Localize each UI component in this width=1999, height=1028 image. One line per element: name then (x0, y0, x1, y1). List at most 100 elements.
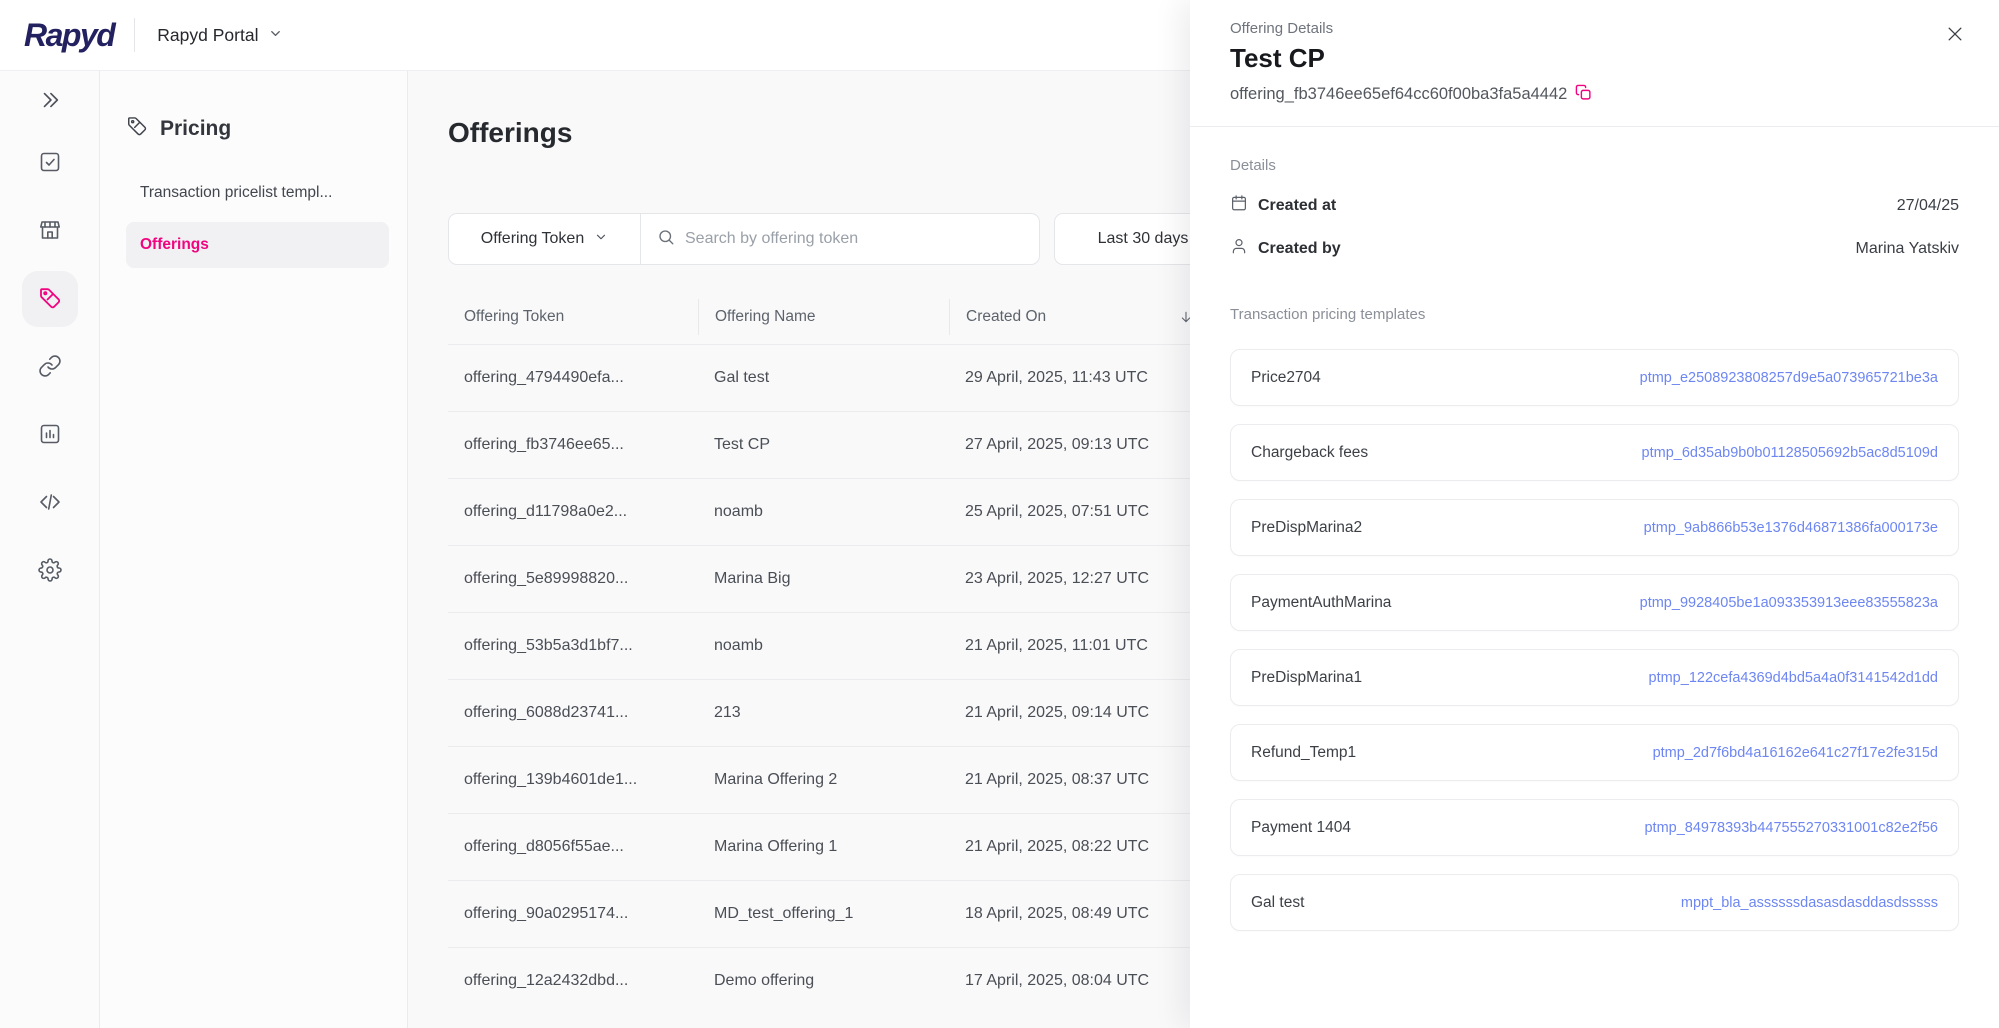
rail-item-pricing[interactable] (22, 271, 78, 327)
pricing-template-card[interactable]: PaymentAuthMarina ptmp_9928405be1a093353… (1230, 574, 1959, 631)
rail-item-merchants[interactable] (22, 203, 78, 259)
column-header-created-on[interactable]: Created On (949, 299, 1208, 335)
icon-rail (0, 71, 100, 1028)
cell-offering-token: offering_90a0295174... (448, 905, 698, 923)
pricing-template-card[interactable]: Gal test mppt_bla_assssssdasasdasddasdss… (1230, 874, 1959, 931)
sidebar-title: Pricing (126, 115, 389, 142)
cell-offering-token: offering_5e89998820... (448, 570, 698, 588)
template-name: Refund_Temp1 (1251, 744, 1356, 762)
detail-rows: Created at 27/04/25 Created by Marina Ya… (1230, 194, 1959, 260)
cell-offering-name: 213 (698, 704, 949, 722)
pricing-sidebar: Pricing Transaction pricelist templ... O… (100, 71, 408, 1028)
pricing-template-card[interactable]: Refund_Temp1 ptmp_2d7f6bd4a16162e641c27f… (1230, 724, 1959, 781)
cell-created-on: 27 April, 2025, 09:13 UTC (949, 436, 1208, 454)
search-field-dropdown-label: Offering Token (481, 230, 584, 248)
column-header-created-on-label: Created On (966, 308, 1046, 326)
offering-details-panel: Offering Details Test CP offering_fb3746… (1190, 0, 1999, 1028)
table-row[interactable]: offering_90a0295174... MD_test_offering_… (448, 880, 1208, 947)
sidebar-items: Transaction pricelist templ... Offerings (126, 170, 389, 268)
chevron-down-icon (594, 230, 608, 249)
chevrons-right-icon (39, 89, 61, 114)
person-icon (1230, 237, 1248, 260)
cell-offering-name: Test CP (698, 436, 949, 454)
cell-created-on: 29 April, 2025, 11:43 UTC (949, 369, 1208, 387)
template-name: Gal test (1251, 894, 1304, 912)
table-row[interactable]: offering_5e89998820... Marina Big 23 Apr… (448, 545, 1208, 612)
pricing-template-card[interactable]: Price2704 ptmp_e2508923808257d9e5a073965… (1230, 349, 1959, 406)
search-filter-group: Offering Token (448, 213, 1040, 265)
table-row[interactable]: offering_12a2432dbd... Demo offering 17 … (448, 947, 1208, 1014)
template-id-link[interactable]: mppt_bla_assssssdasasdasddasdsssss (1681, 895, 1938, 911)
offering-token-row: offering_fb3746ee65ef64cc60f00ba3fa5a444… (1230, 84, 1959, 104)
offering-title: Test CP (1230, 43, 1959, 74)
cell-offering-token: offering_d8056f55ae... (448, 838, 698, 856)
pricing-tag-icon (38, 286, 62, 313)
tag-icon (126, 115, 148, 142)
template-id-link[interactable]: ptmp_9928405be1a093353913eee83555823a (1640, 595, 1938, 611)
cell-created-on: 25 April, 2025, 07:51 UTC (949, 503, 1208, 521)
topbar-divider (134, 18, 135, 52)
portal-switcher-label: Rapyd Portal (157, 25, 258, 46)
cell-offering-token: offering_4794490efa... (448, 369, 698, 387)
template-id-link[interactable]: ptmp_e2508923808257d9e5a073965721be3a (1640, 370, 1938, 386)
sidebar-item-transaction-pricelist-templates[interactable]: Transaction pricelist templ... (126, 170, 389, 216)
cell-offering-token: offering_fb3746ee65... (448, 436, 698, 454)
pricing-template-card[interactable]: PreDispMarina2 ptmp_9ab866b53e1376d46871… (1230, 499, 1959, 556)
cell-offering-name: Gal test (698, 369, 949, 387)
column-header-offering-token[interactable]: Offering Token (448, 299, 698, 335)
close-icon (1945, 32, 1965, 47)
search-input[interactable] (685, 230, 1023, 248)
cell-created-on: 17 April, 2025, 08:04 UTC (949, 972, 1208, 990)
search-field-dropdown[interactable]: Offering Token (449, 214, 641, 264)
table-body: offering_4794490efa... Gal test 29 April… (448, 344, 1208, 1014)
template-id-link[interactable]: ptmp_84978393b447555270331001c82e2f56 (1644, 820, 1938, 836)
template-name: PaymentAuthMarina (1251, 594, 1391, 612)
cell-offering-token: offering_12a2432dbd... (448, 972, 698, 990)
app-root: Rapyd Rapyd Portal (0, 0, 1999, 1028)
table-row[interactable]: offering_6088d23741... 213 21 April, 202… (448, 679, 1208, 746)
panel-eyebrow: Offering Details (1230, 0, 1959, 37)
rail-items (22, 135, 78, 599)
cell-offering-token: offering_6088d23741... (448, 704, 698, 722)
table-row[interactable]: offering_d8056f55ae... Marina Offering 1… (448, 813, 1208, 880)
template-id-link[interactable]: ptmp_122cefa4369d4bd5a4a0f3141542d1dd (1649, 670, 1938, 686)
copy-token-button[interactable] (1575, 84, 1592, 104)
table-row[interactable]: offering_139b4601de1... Marina Offering … (448, 746, 1208, 813)
calendar-icon (1230, 194, 1248, 217)
created-by-value: Marina Yatskiv (1856, 240, 1959, 258)
pricing-template-card[interactable]: Chargeback fees ptmp_6d35ab9b0b011285056… (1230, 424, 1959, 481)
rail-item-tasks[interactable] (22, 135, 78, 191)
cell-offering-token: offering_d11798a0e2... (448, 503, 698, 521)
column-header-offering-name[interactable]: Offering Name (698, 299, 949, 335)
template-id-link[interactable]: ptmp_6d35ab9b0b01128505692b5ac8d5109d (1642, 445, 1938, 461)
cell-created-on: 23 April, 2025, 12:27 UTC (949, 570, 1208, 588)
table-row[interactable]: offering_fb3746ee65... Test CP 27 April,… (448, 411, 1208, 478)
close-panel-button[interactable] (1945, 24, 1965, 47)
table-row[interactable]: offering_d11798a0e2... noamb 25 April, 2… (448, 478, 1208, 545)
offering-token-value: offering_fb3746ee65ef64cc60f00ba3fa5a444… (1230, 85, 1567, 104)
sidebar-title-label: Pricing (160, 117, 231, 141)
template-list: Price2704 ptmp_e2508923808257d9e5a073965… (1230, 349, 1959, 931)
pricing-template-card[interactable]: Payment 1404 ptmp_84978393b4475552703310… (1230, 799, 1959, 856)
table-row[interactable]: offering_4794490efa... Gal test 29 April… (448, 344, 1208, 411)
portal-switcher[interactable]: Rapyd Portal (157, 25, 283, 46)
checklist-icon (38, 150, 62, 177)
bar-chart-icon (38, 422, 62, 449)
expand-sidebar-button[interactable] (30, 81, 70, 121)
rail-item-reports[interactable] (22, 407, 78, 463)
pricing-template-card[interactable]: PreDispMarina1 ptmp_122cefa4369d4bd5a4a0… (1230, 649, 1959, 706)
template-name: Payment 1404 (1251, 819, 1351, 837)
cell-offering-name: Demo offering (698, 972, 949, 990)
template-id-link[interactable]: ptmp_9ab866b53e1376d46871386fa000173e (1644, 520, 1938, 536)
sidebar-item-offerings[interactable]: Offerings (126, 222, 389, 268)
gear-icon (38, 558, 62, 585)
table-row[interactable]: offering_53b5a3d1bf7... noamb 21 April, … (448, 612, 1208, 679)
cell-created-on: 21 April, 2025, 11:01 UTC (949, 637, 1208, 655)
rail-item-links[interactable] (22, 339, 78, 395)
rail-item-settings[interactable] (22, 543, 78, 599)
template-id-link[interactable]: ptmp_2d7f6bd4a16162e641c27f17e2fe315d (1653, 745, 1938, 761)
created-at-label: Created at (1258, 197, 1336, 215)
template-name: PreDispMarina2 (1251, 519, 1362, 537)
cell-created-on: 18 April, 2025, 08:49 UTC (949, 905, 1208, 923)
rail-item-developers[interactable] (22, 475, 78, 531)
